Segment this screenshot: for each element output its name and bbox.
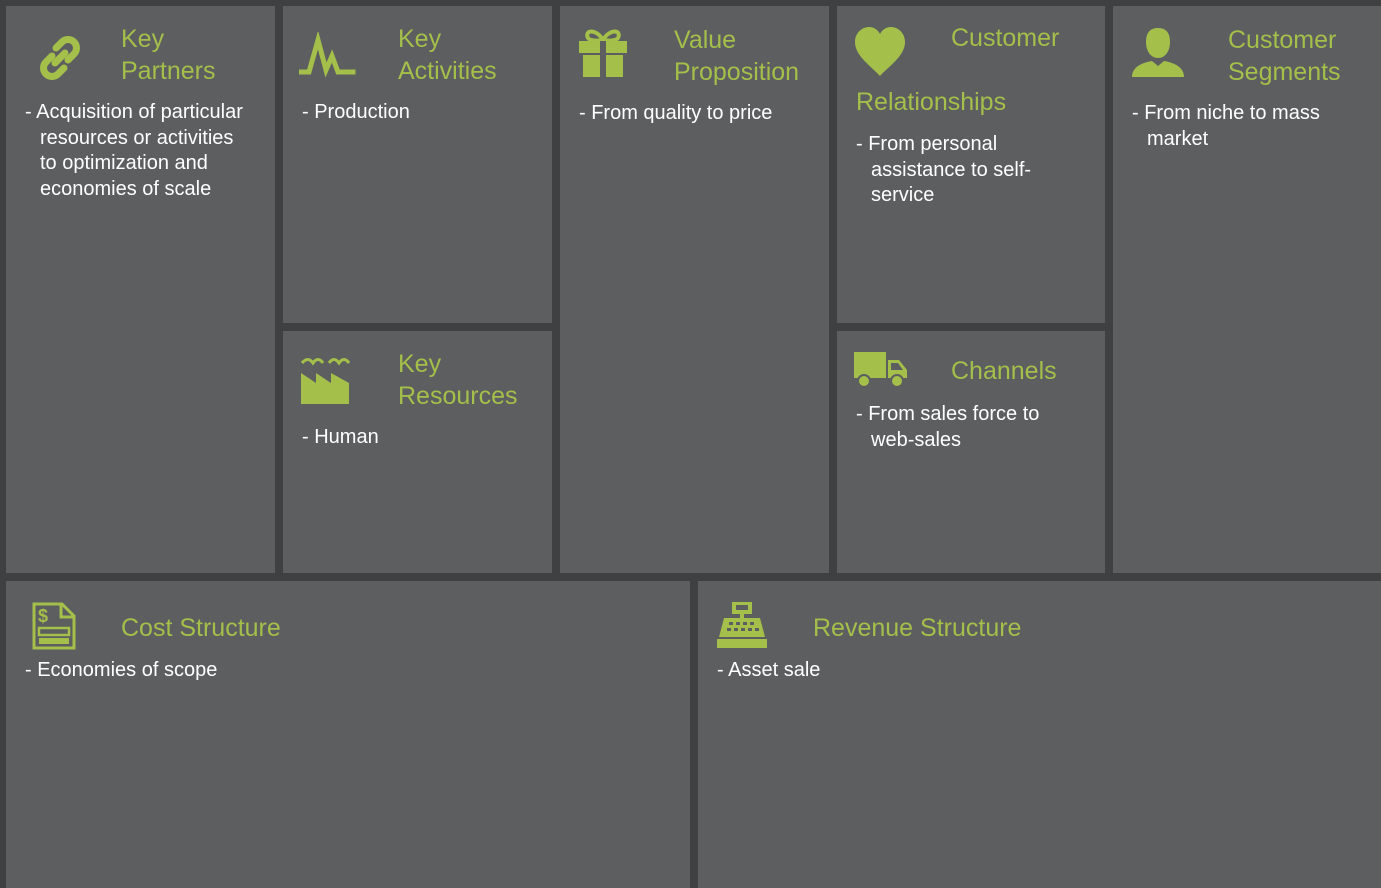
title-line-2: Resources	[398, 382, 518, 410]
list-item: Acquisition of particular resources or a…	[25, 100, 247, 202]
list-item: Production	[302, 100, 537, 126]
title-line-2: Proposition	[674, 58, 800, 86]
revenue-structure-title: Revenue Structure	[813, 612, 1021, 644]
invoice-icon: $	[32, 602, 76, 650]
activity-pulse-icon	[299, 32, 356, 78]
channels-title: Channels	[951, 355, 1057, 387]
chain-link-icon	[40, 36, 80, 80]
cash-register-icon	[717, 602, 767, 648]
list-item: Economies of scope	[25, 658, 625, 684]
customer-segments-block: Customer Segments From niche to mass mar…	[1113, 6, 1381, 573]
channels-block: Channels From sales force to web-sales	[837, 331, 1105, 573]
key-partners-list: Acquisition of particular resources or a…	[25, 100, 247, 202]
key-activities-title: Key Activities	[398, 23, 497, 87]
title-line-1: Key	[121, 25, 165, 53]
value-proposition-block: Value Proposition From quality to price	[560, 6, 829, 573]
key-resources-list: Human	[302, 425, 537, 451]
key-activities-list: Production	[302, 100, 537, 126]
customer-relationships-title: Customer Relationships	[856, 22, 1101, 118]
channels-list: From sales force to web-sales	[856, 402, 1086, 453]
svg-text:$: $	[38, 606, 48, 626]
list-item: From sales force to web-sales	[856, 402, 1086, 453]
title-line-2: Activities	[398, 57, 497, 85]
key-activities-block: Key Activities Production	[283, 6, 552, 323]
key-partners-title: Key Partners	[121, 23, 215, 87]
customer-segments-list: From niche to mass market	[1132, 101, 1357, 152]
title-line-1: Key	[398, 25, 442, 53]
key-partners-block: Key Partners Acquisition of particular r…	[6, 6, 275, 573]
list-item: From niche to mass market	[1132, 101, 1357, 152]
title-text: Revenue Structure	[813, 614, 1022, 642]
revenue-structure-block: Revenue Structure Asset sale	[698, 581, 1381, 888]
cost-structure-block: $ Cost Structure Economies of scope	[6, 581, 690, 888]
gift-icon	[579, 29, 627, 77]
customer-relationships-block: Customer Relationships From personal ass…	[837, 6, 1105, 323]
list-item: Asset sale	[717, 658, 1317, 684]
title-line-2: Segments	[1228, 58, 1341, 86]
customer-segments-title: Customer Segments	[1228, 24, 1341, 88]
list-item: Human	[302, 425, 537, 451]
title-line-1: Customer	[1228, 26, 1337, 54]
cost-structure-list: Economies of scope	[25, 658, 625, 684]
title-text: Cost Structure	[121, 614, 281, 642]
value-proposition-title: Value Proposition	[674, 24, 799, 88]
title-line-2: Relationships	[856, 88, 1007, 116]
value-proposition-list: From quality to price	[579, 101, 819, 127]
list-item: From personal assistance to self-service	[856, 132, 1064, 209]
title-text: Channels	[951, 357, 1057, 385]
list-item: From quality to price	[579, 101, 819, 127]
title-line-2: Partners	[121, 57, 216, 85]
title-line-1: Value	[674, 26, 737, 54]
user-icon	[1132, 28, 1184, 77]
truck-icon	[854, 352, 907, 388]
factory-icon	[300, 358, 351, 404]
title-line-1: Customer	[951, 24, 1060, 52]
revenue-structure-list: Asset sale	[717, 658, 1317, 684]
cost-structure-title: Cost Structure	[121, 612, 281, 644]
key-resources-title: Key Resources	[398, 348, 518, 412]
customer-relationships-list: From personal assistance to self-service	[856, 132, 1064, 209]
key-resources-block: Key Resources Human	[283, 331, 552, 573]
title-line-1: Key	[398, 350, 442, 378]
